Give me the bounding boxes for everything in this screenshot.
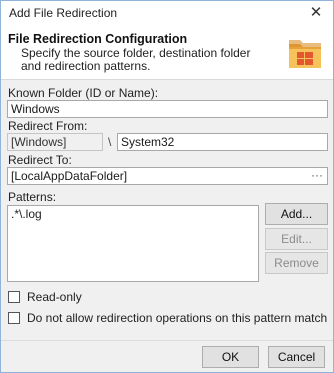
header-title: File Redirection Configuration bbox=[8, 32, 188, 46]
path-separator: \ bbox=[108, 135, 112, 149]
known-folder-input[interactable]: Windows bbox=[7, 100, 328, 118]
header-description: Specify the source folder, destination f… bbox=[21, 46, 251, 73]
dialog-header: File Redirection Configuration Specify t… bbox=[1, 25, 333, 80]
folder-windows-icon bbox=[289, 40, 321, 68]
redirect-to-label: Redirect To: bbox=[8, 153, 72, 167]
list-item[interactable]: .*\.log bbox=[11, 207, 42, 221]
footer-divider bbox=[1, 340, 333, 341]
patterns-list[interactable]: .*\.log bbox=[7, 205, 259, 282]
close-icon[interactable]: ✕ bbox=[299, 1, 333, 25]
ok-button[interactable]: OK bbox=[202, 346, 259, 368]
remove-pattern-button[interactable]: Remove bbox=[265, 252, 328, 274]
add-file-redirection-dialog: Add File Redirection ✕ File Redirection … bbox=[0, 0, 334, 373]
known-folder-label: Known Folder (ID or Name): bbox=[8, 86, 159, 100]
browse-button[interactable]: ··· bbox=[311, 168, 323, 183]
cancel-button[interactable]: Cancel bbox=[268, 346, 325, 368]
redirect-from-path-input[interactable]: System32 bbox=[117, 133, 328, 151]
redirect-to-input[interactable]: [LocalAppDataFolder] ··· bbox=[7, 167, 328, 185]
edit-pattern-button[interactable]: Edit... bbox=[265, 228, 328, 250]
readonly-label: Read-only bbox=[27, 290, 82, 304]
patterns-label: Patterns: bbox=[8, 190, 57, 204]
no-redirect-label: Do not allow redirection operations on t… bbox=[27, 311, 328, 325]
title-bar: Add File Redirection ✕ bbox=[1, 1, 333, 25]
add-pattern-button[interactable]: Add... bbox=[265, 203, 328, 225]
readonly-checkbox[interactable] bbox=[8, 291, 20, 303]
redirect-to-value: [LocalAppDataFolder] bbox=[11, 169, 128, 183]
redirect-from-folder-field: [Windows] bbox=[7, 133, 103, 151]
no-redirect-checkbox[interactable] bbox=[8, 312, 20, 324]
redirect-from-label: Redirect From: bbox=[8, 119, 88, 133]
window-title: Add File Redirection bbox=[9, 6, 118, 20]
